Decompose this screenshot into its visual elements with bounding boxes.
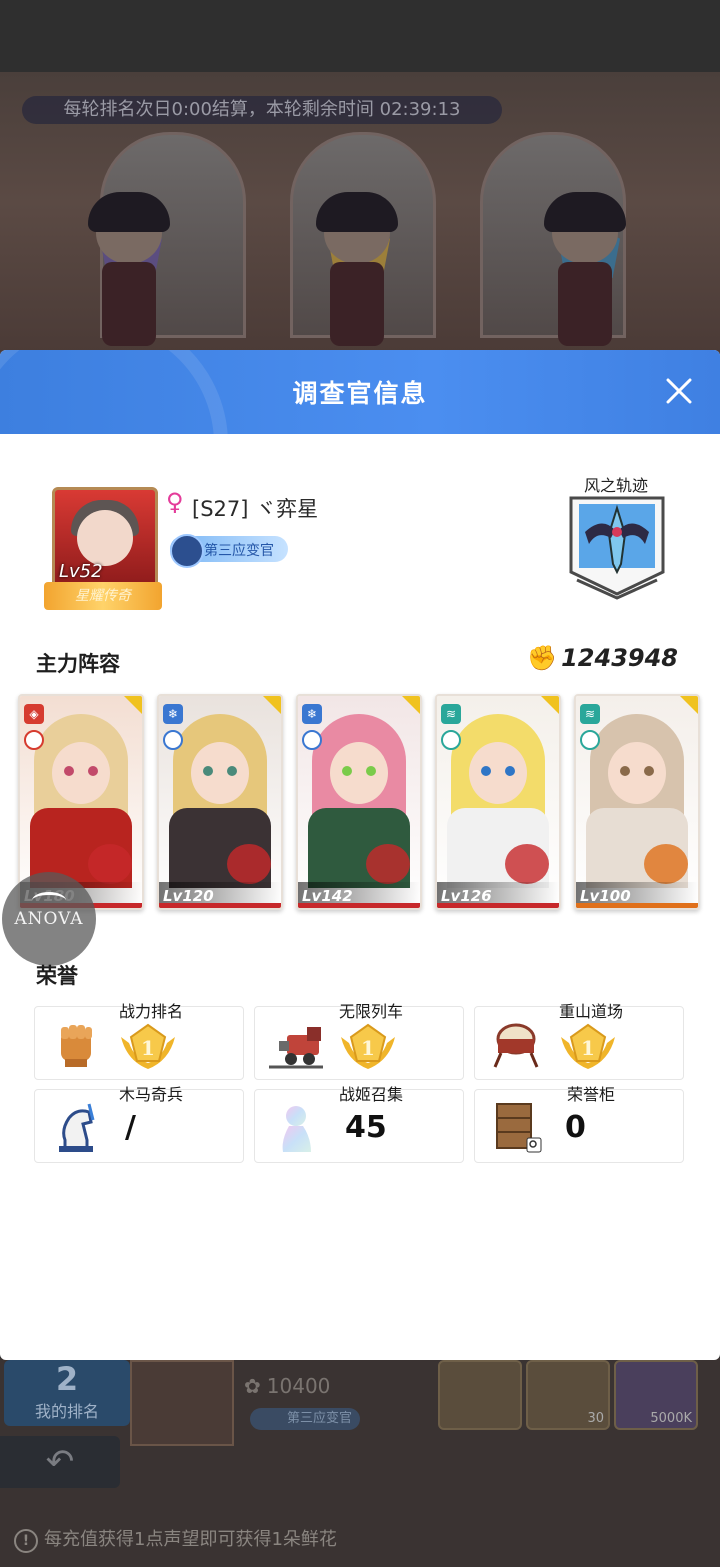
honor-title: 荣誉 bbox=[36, 964, 78, 988]
rank-1-character[interactable] bbox=[302, 192, 412, 352]
investigator-info-modal: 调查官信息 Lv52 星耀传奇 ♀ [S27] ヾ弈星 第三应变官 风之轨迹 主… bbox=[0, 350, 720, 1360]
player-name: [S27] ヾ弈星 bbox=[192, 497, 319, 521]
avatar-rank-ribbon: 星耀传奇 bbox=[44, 582, 162, 610]
avatar[interactable]: Lv52 bbox=[52, 487, 158, 593]
honor-cabinet[interactable]: 荣誉柜 0 bbox=[474, 1085, 684, 1163]
info-icon: ! bbox=[14, 1529, 38, 1553]
modal-title: 调查官信息 bbox=[292, 379, 428, 408]
element-icon: ❄ bbox=[302, 704, 322, 724]
my-title-chip: 第三应变官 bbox=[250, 1408, 360, 1430]
honor-value: / bbox=[125, 1110, 136, 1145]
gold-medal-icon: 1 bbox=[341, 1023, 395, 1069]
recharge-notice: ! 每充值获得1点声望即可获得1朵鲜花 bbox=[14, 1525, 337, 1553]
silhouette-icon bbox=[282, 1106, 311, 1152]
back-button[interactable]: ↶ bbox=[0, 1436, 120, 1488]
svg-text:1: 1 bbox=[581, 1036, 595, 1060]
rank-2-character[interactable] bbox=[74, 192, 184, 352]
back-arrow-icon: ↶ bbox=[45, 1442, 75, 1482]
svg-text:1: 1 bbox=[141, 1036, 155, 1060]
flowers-count: ✿ 10400 bbox=[244, 1374, 331, 1398]
hero-card[interactable]: ❄ Lv142 bbox=[296, 694, 422, 910]
element-icon: ≋ bbox=[580, 704, 600, 724]
rank-3-character[interactable] bbox=[530, 192, 640, 352]
element-icon: ≋ bbox=[441, 704, 461, 724]
fist-icon bbox=[61, 1025, 92, 1067]
chess-knight-icon bbox=[59, 1103, 95, 1152]
lineup-title: 主力阵容 bbox=[36, 652, 120, 676]
status-area bbox=[0, 0, 720, 72]
honor-infinite-train[interactable]: 无限列车 1 bbox=[254, 1002, 464, 1080]
honor-trojan-soldier[interactable]: 木马奇兵 / bbox=[34, 1085, 244, 1163]
combat-power: ✊ 1243948 bbox=[527, 644, 678, 672]
sword-emblem-icon[interactable] bbox=[567, 494, 667, 600]
close-icon[interactable] bbox=[664, 376, 694, 406]
emblem-label: 风之轨迹 bbox=[583, 476, 648, 495]
cabinet-icon bbox=[496, 1103, 542, 1153]
gold-medal-icon: 1 bbox=[121, 1023, 175, 1069]
modal-header: 调查官信息 bbox=[0, 350, 720, 578]
my-rank-number: 2 bbox=[55, 1360, 79, 1398]
rose-icon: ✿ bbox=[244, 1374, 261, 1398]
hero-card[interactable]: ❄ Lv120 bbox=[157, 694, 283, 910]
gold-medal-icon: 1 bbox=[561, 1023, 615, 1069]
card-button[interactable] bbox=[438, 1360, 522, 1430]
class-icon bbox=[163, 730, 183, 750]
element-icon: ◈ bbox=[24, 704, 44, 724]
title-emblem-icon bbox=[170, 534, 204, 568]
svg-text:1: 1 bbox=[361, 1036, 375, 1060]
element-icon: ❄ bbox=[163, 704, 183, 724]
class-icon bbox=[24, 730, 44, 750]
class-icon bbox=[441, 730, 461, 750]
hero-card[interactable]: ≋ Lv100 bbox=[574, 694, 700, 910]
class-icon bbox=[302, 730, 322, 750]
train-icon bbox=[269, 1027, 323, 1069]
title-badge: 第三应变官 bbox=[170, 534, 288, 568]
honor-girl-summon[interactable]: 战姬召集 45 bbox=[254, 1085, 464, 1163]
card-button[interactable]: 30 bbox=[526, 1360, 610, 1430]
honor-value: 0 bbox=[565, 1110, 586, 1145]
female-icon: ♀ bbox=[166, 488, 184, 516]
honor-value: 45 bbox=[345, 1110, 387, 1145]
honor-power-rank[interactable]: 战力排名 1 bbox=[34, 1002, 244, 1080]
anova-watermark-logo: ANOVA bbox=[2, 872, 96, 966]
round-timer: 每轮排名次日0:00结算，本轮剩余时间 02:39:13 bbox=[22, 96, 502, 124]
drum-icon bbox=[493, 1023, 539, 1068]
fist-icon: ✊ bbox=[527, 644, 558, 672]
coin-button[interactable]: 5000K bbox=[614, 1360, 698, 1430]
class-icon bbox=[580, 730, 600, 750]
my-rank-label: 我的排名 bbox=[34, 1402, 99, 1421]
honor-mountain-dojo[interactable]: 重山道场 1 bbox=[474, 1002, 684, 1080]
my-rank-panel[interactable]: 2 我的排名 bbox=[4, 1360, 130, 1426]
hero-card[interactable]: ≋ Lv126 bbox=[435, 694, 561, 910]
player-level: Lv52 bbox=[59, 561, 103, 582]
my-portrait bbox=[130, 1360, 234, 1446]
